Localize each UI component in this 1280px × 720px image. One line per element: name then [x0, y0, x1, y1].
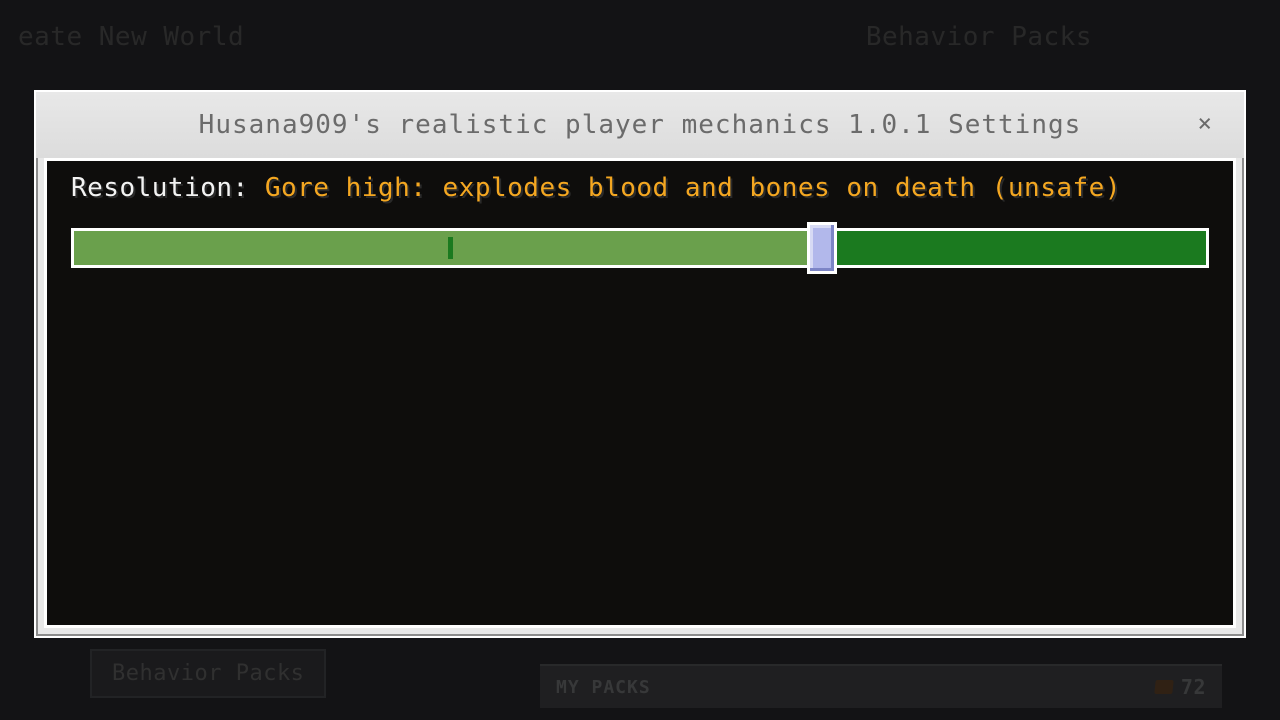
- settings-modal: Husana909's realistic player mechanics 1…: [34, 90, 1246, 638]
- resolution-slider[interactable]: [71, 224, 1209, 274]
- resolution-label-value: Gore high: explodes blood and bones on d…: [265, 173, 1121, 203]
- modal-title: Husana909's realistic player mechanics 1…: [199, 110, 1082, 140]
- resolution-label-key: Resolution:: [71, 173, 249, 203]
- close-button[interactable]: ×: [1190, 108, 1220, 138]
- slider-thumb[interactable]: [807, 222, 837, 274]
- close-icon: ×: [1198, 109, 1213, 137]
- slider-track: [71, 228, 1209, 268]
- modal-body: Resolution: Gore high: explodes blood an…: [44, 158, 1236, 628]
- slider-tick: [448, 237, 453, 259]
- resolution-setting-label: Resolution: Gore high: explodes blood an…: [71, 171, 1209, 206]
- modal-header: Husana909's realistic player mechanics 1…: [36, 92, 1244, 158]
